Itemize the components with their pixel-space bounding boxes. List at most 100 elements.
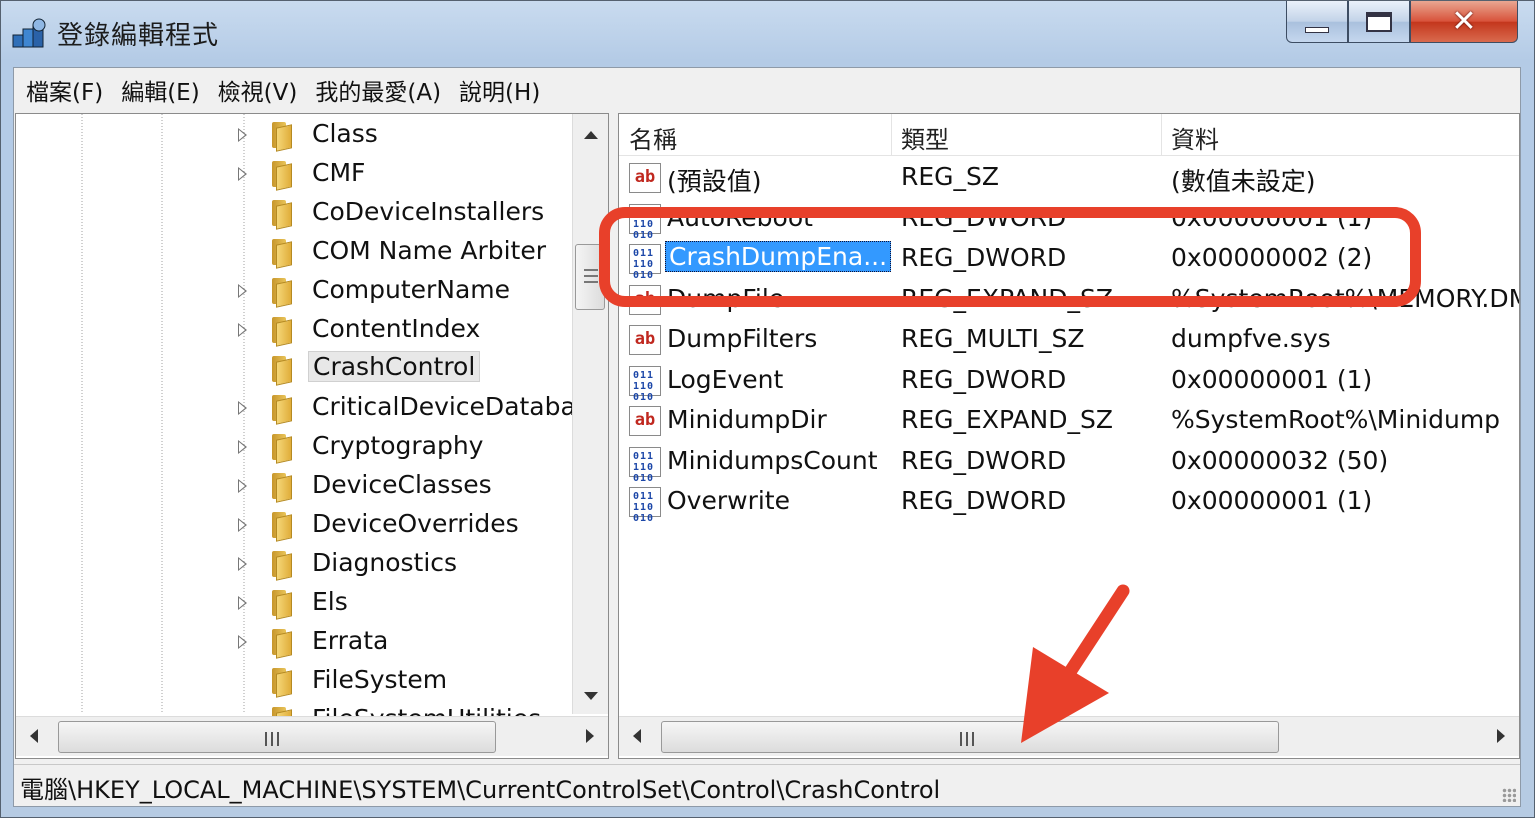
value-name: Overwrite: [667, 486, 790, 515]
folder-icon: [268, 317, 294, 347]
menu-view[interactable]: 檢視(V): [212, 73, 310, 107]
expand-arrow-icon[interactable]: [238, 635, 247, 649]
tree-vertical-scrollbar[interactable]: [572, 114, 608, 714]
client-area: 檔案(F) 編輯(E) 檢視(V) 我的最愛(A) 說明(H) Class CMF…: [13, 67, 1521, 807]
tree-item-label: CriticalDeviceDatabase: [312, 392, 605, 421]
scroll-down-arrow-icon[interactable]: [584, 692, 598, 700]
value-type: REG_DWORD: [901, 364, 1067, 394]
column-header-name[interactable]: 名稱: [629, 120, 677, 155]
expand-arrow-icon[interactable]: [238, 167, 247, 181]
expand-arrow-icon[interactable]: [238, 596, 247, 610]
tree-item[interactable]: Errata: [16, 623, 576, 662]
grip-line: [584, 275, 598, 277]
tree-horizontal-scrollbar[interactable]: [16, 716, 608, 756]
menu-bar: 檔案(F) 編輯(E) 檢視(V) 我的最愛(A) 說明(H): [14, 68, 1520, 112]
scroll-left-arrow-icon[interactable]: [30, 729, 38, 743]
folder-icon: [268, 512, 294, 542]
menu-favorites[interactable]: 我的最愛(A): [309, 73, 453, 107]
grip-line: [960, 732, 962, 746]
column-divider[interactable]: [891, 114, 892, 156]
expand-arrow-icon[interactable]: [238, 284, 247, 298]
value-name: (預設值): [667, 167, 762, 196]
folder-icon: [268, 200, 294, 230]
grip-line: [972, 732, 974, 746]
title-bar[interactable]: 登錄編輯程式 ✕: [1, 1, 1534, 65]
folder-icon: [268, 473, 294, 503]
expand-arrow-icon[interactable]: [238, 479, 247, 493]
tree-item[interactable]: FileSystem: [16, 662, 576, 701]
value-row[interactable]: ab DumpFilters REG_MULTI_SZ dumpfve.sys: [619, 320, 1519, 360]
tree-item[interactable]: DeviceClasses: [16, 467, 576, 506]
tree-item[interactable]: Class: [16, 116, 576, 155]
tree-item[interactable]: DeviceOverrides: [16, 506, 576, 545]
tree-item[interactable]: ContentIndex: [16, 311, 576, 350]
value-data: 0x00000001 (1): [1171, 364, 1373, 394]
value-type: REG_EXPAND_SZ: [901, 405, 1113, 434]
tree-item[interactable]: CMF: [16, 155, 576, 194]
tree-item-label: CoDeviceInstallers: [312, 197, 545, 226]
grip-line: [584, 269, 598, 271]
column-header-type[interactable]: 類型: [901, 120, 949, 155]
menu-help[interactable]: 說明(H): [453, 73, 552, 107]
tree-item[interactable]: Els: [16, 584, 576, 623]
expand-arrow-icon[interactable]: [238, 128, 247, 142]
scroll-right-arrow-icon[interactable]: [1497, 729, 1505, 743]
tree-item[interactable]: CoDeviceInstallers: [16, 194, 576, 233]
tree-item-label: Class: [312, 119, 378, 148]
resize-grip-icon[interactable]: [1502, 788, 1516, 802]
folder-icon: [268, 629, 294, 659]
annotation-highlight-box: [599, 207, 1421, 307]
binary-value-icon: 011 110 010: [629, 446, 661, 484]
folder-icon: [268, 434, 294, 464]
grip-line: [271, 732, 273, 746]
tree-item[interactable]: Diagnostics: [16, 545, 576, 584]
expand-arrow-icon[interactable]: [238, 323, 247, 337]
tree-item-label: Cryptography: [312, 431, 484, 460]
value-data: 0x00000032 (50): [1171, 445, 1389, 475]
tree-horizontal-scroll-thumb[interactable]: [58, 721, 496, 753]
value-row[interactable]: 011 110 010 Overwrite REG_DWORD 0x00000001 (1…: [619, 482, 1519, 524]
value-row[interactable]: 011 110 010 MinidumpsCount REG_DWORD 0x000000…: [619, 442, 1519, 484]
tree-item[interactable]: COM Name Arbiter: [16, 233, 576, 272]
tree-item[interactable]: CriticalDeviceDatabase: [16, 389, 604, 428]
grip-line: [277, 732, 279, 746]
folder-icon: [268, 590, 294, 620]
tree-item-label: CMF: [312, 158, 366, 187]
column-divider[interactable]: [1161, 114, 1162, 156]
status-bar: 電腦\HKEY_LOCAL_MACHINE\SYSTEM\CurrentCont…: [14, 764, 1520, 806]
value-type: REG_DWORD: [901, 445, 1067, 475]
scroll-right-arrow-icon[interactable]: [586, 729, 594, 743]
tree-item[interactable]: ComputerName: [16, 272, 576, 311]
registry-editor-window: 登錄編輯程式 ✕ 檔案(F) 編輯(E) 檢視(V) 我的最愛(A) 說明(H): [0, 0, 1535, 818]
menu-edit[interactable]: 編輯(E): [115, 73, 211, 107]
expand-arrow-icon[interactable]: [238, 401, 247, 415]
value-row[interactable]: ab MinidumpDir REG_EXPAND_SZ %SystemRoot%\M…: [619, 401, 1519, 441]
window-controls: ✕: [1286, 1, 1518, 43]
value-type: REG_SZ: [901, 162, 1000, 191]
registry-path: 電腦\HKEY_LOCAL_MACHINE\SYSTEM\CurrentCont…: [20, 776, 941, 804]
close-button[interactable]: ✕: [1410, 1, 1518, 43]
expand-arrow-icon[interactable]: [238, 557, 247, 571]
value-row[interactable]: 011 110 010 LogEvent REG_DWORD 0x00000001 (1): [619, 361, 1519, 403]
value-type: REG_DWORD: [901, 486, 1067, 515]
scroll-up-arrow-icon[interactable]: [584, 131, 598, 139]
list-horizontal-scroll-thumb[interactable]: [661, 721, 1279, 753]
expand-arrow-icon[interactable]: [238, 518, 247, 532]
expand-arrow-icon[interactable]: [238, 440, 247, 454]
menu-file[interactable]: 檔案(F): [20, 73, 115, 107]
binary-value-icon: 011 110 010: [629, 365, 661, 403]
minimize-button[interactable]: [1286, 1, 1348, 43]
maximize-button[interactable]: [1348, 1, 1410, 43]
tree-item[interactable]: Cryptography: [16, 428, 576, 467]
list-header: 名稱 類型 資料: [619, 114, 1519, 156]
scroll-left-arrow-icon[interactable]: [633, 729, 641, 743]
key-tree-pane[interactable]: Class CMF CoDeviceInstallers COM Name Arbit…: [15, 113, 609, 759]
value-row[interactable]: ab (預設值) REG_SZ (數值未設定): [619, 158, 1519, 198]
window-title: 登錄編輯程式: [57, 21, 220, 51]
tree-item-label: ComputerName: [312, 275, 511, 304]
tree-item[interactable]: CrashControl: [16, 350, 576, 389]
tree-item-label: COM Name Arbiter: [312, 236, 547, 265]
column-header-data[interactable]: 資料: [1171, 120, 1219, 155]
folder-icon: [268, 551, 294, 581]
string-value-icon: ab: [629, 325, 661, 355]
